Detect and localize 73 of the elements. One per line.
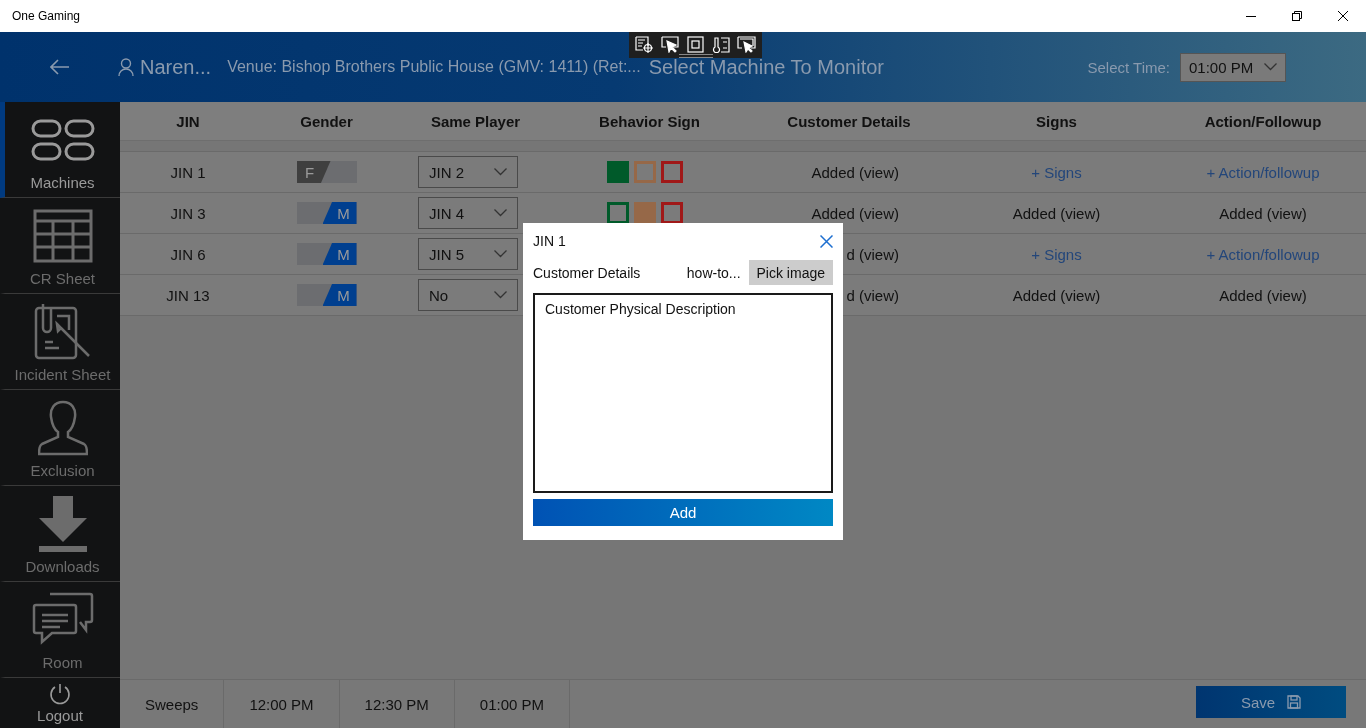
close-icon[interactable] — [820, 234, 833, 248]
gender-toggle[interactable]: F — [296, 161, 357, 183]
column-header: Behavior Sign — [598, 112, 701, 130]
view-link[interactable]: Added (view) — [811, 163, 899, 181]
chevron-icon — [494, 291, 507, 299]
save-button[interactable]: Save — [1196, 686, 1346, 718]
table-cell-text: Added (view) — [1218, 286, 1308, 304]
view-link[interactable]: Added (view) — [811, 204, 899, 222]
player-dropdown[interactable]: JIN 2 — [418, 156, 518, 188]
player-dropdown[interactable]: JIN 4 — [418, 197, 518, 229]
frame-icon[interactable] — [687, 36, 704, 53]
logout-button[interactable]: Logout — [0, 678, 120, 728]
tree-icon[interactable] — [635, 36, 654, 53]
add-action-link[interactable]: + Action/followup — [1160, 163, 1366, 181]
power-icon — [49, 682, 71, 705]
venue-label: Venue: Bishop Brothers Public House (GMV: 1411) (Ret:... — [227, 58, 641, 76]
table-cell-text: Added (view) — [1218, 204, 1308, 222]
page-title: Select Machine To Monitor — [648, 55, 885, 79]
table-cell-text: JIN 13 — [165, 286, 211, 304]
dialog-title: JIN 1 — [533, 233, 566, 249]
time-tab[interactable]: 12:30 PM — [339, 680, 455, 728]
add-action-link[interactable]: + Action/followup — [1160, 245, 1366, 263]
sidebar-item[interactable]: CR Sheet — [0, 198, 120, 294]
download-icon — [37, 496, 88, 552]
save-icon — [1287, 695, 1302, 709]
column-header: Same Player — [429, 112, 522, 130]
thermometer-icon[interactable] — [711, 36, 730, 53]
view-link[interactable]: d (view) — [846, 286, 899, 304]
user-icon — [118, 58, 134, 76]
table-icon — [32, 209, 93, 263]
add-button[interactable]: Add — [533, 499, 833, 526]
time-tab[interactable]: 01:00 PM — [454, 680, 571, 728]
window-title: One Gaming — [12, 9, 82, 23]
close-icon — [1338, 11, 1348, 21]
player-dropdown[interactable]: No — [418, 279, 518, 311]
gender-toggle[interactable]: M — [296, 284, 357, 306]
chevron-icon — [494, 168, 507, 176]
select-pointer-icon[interactable] — [661, 36, 680, 53]
column-header: Signs — [1035, 112, 1078, 130]
section-label: Customer Details — [533, 264, 642, 281]
player-dropdown[interactable]: JIN 5 — [418, 238, 518, 270]
time-tab[interactable]: 12:00 PM — [224, 680, 340, 728]
time-dropdown[interactable]: 01:00 PM — [1180, 52, 1286, 82]
restore-icon — [1292, 11, 1302, 21]
gender-toggle[interactable]: M — [296, 243, 357, 265]
view-link[interactable]: d (view) — [846, 245, 899, 263]
table-cell-text: JIN 1 — [169, 163, 207, 181]
pick-image-button[interactable]: Pick image — [748, 260, 833, 285]
column-header: Action/Followup — [1203, 112, 1323, 130]
table-cell-text: JIN 6 — [169, 245, 207, 263]
add-signs-link[interactable]: + Signs — [953, 163, 1160, 181]
machines-icon — [30, 119, 95, 161]
person-icon — [37, 400, 88, 456]
chevron-icon — [494, 250, 507, 258]
back-arrow-icon[interactable] — [50, 59, 70, 75]
behavior-sign-square[interactable] — [633, 202, 656, 224]
user-name: Naren... — [140, 55, 212, 79]
time-label: Select Time: — [1087, 58, 1170, 76]
column-header: JIN — [175, 112, 201, 130]
how-to-link[interactable]: how-to... — [686, 264, 741, 281]
table-cell-text: Added (view) — [1011, 286, 1102, 304]
column-header: Gender — [299, 112, 354, 130]
description-field[interactable]: Customer Physical Description — [533, 293, 833, 493]
pointer-screen-icon[interactable] — [737, 36, 756, 53]
gender-toggle[interactable]: M — [296, 202, 357, 224]
table-cell-text: Added (view) — [1011, 204, 1102, 222]
add-signs-link[interactable]: + Signs — [953, 245, 1160, 263]
chevron-icon — [494, 209, 507, 217]
sidebar-item[interactable]: Downloads — [0, 486, 120, 582]
table-cell-text: JIN 3 — [169, 204, 207, 222]
chevron-icon — [1264, 63, 1277, 71]
column-header: Customer Details — [786, 112, 912, 130]
time-tab[interactable]: Sweeps — [120, 680, 225, 728]
